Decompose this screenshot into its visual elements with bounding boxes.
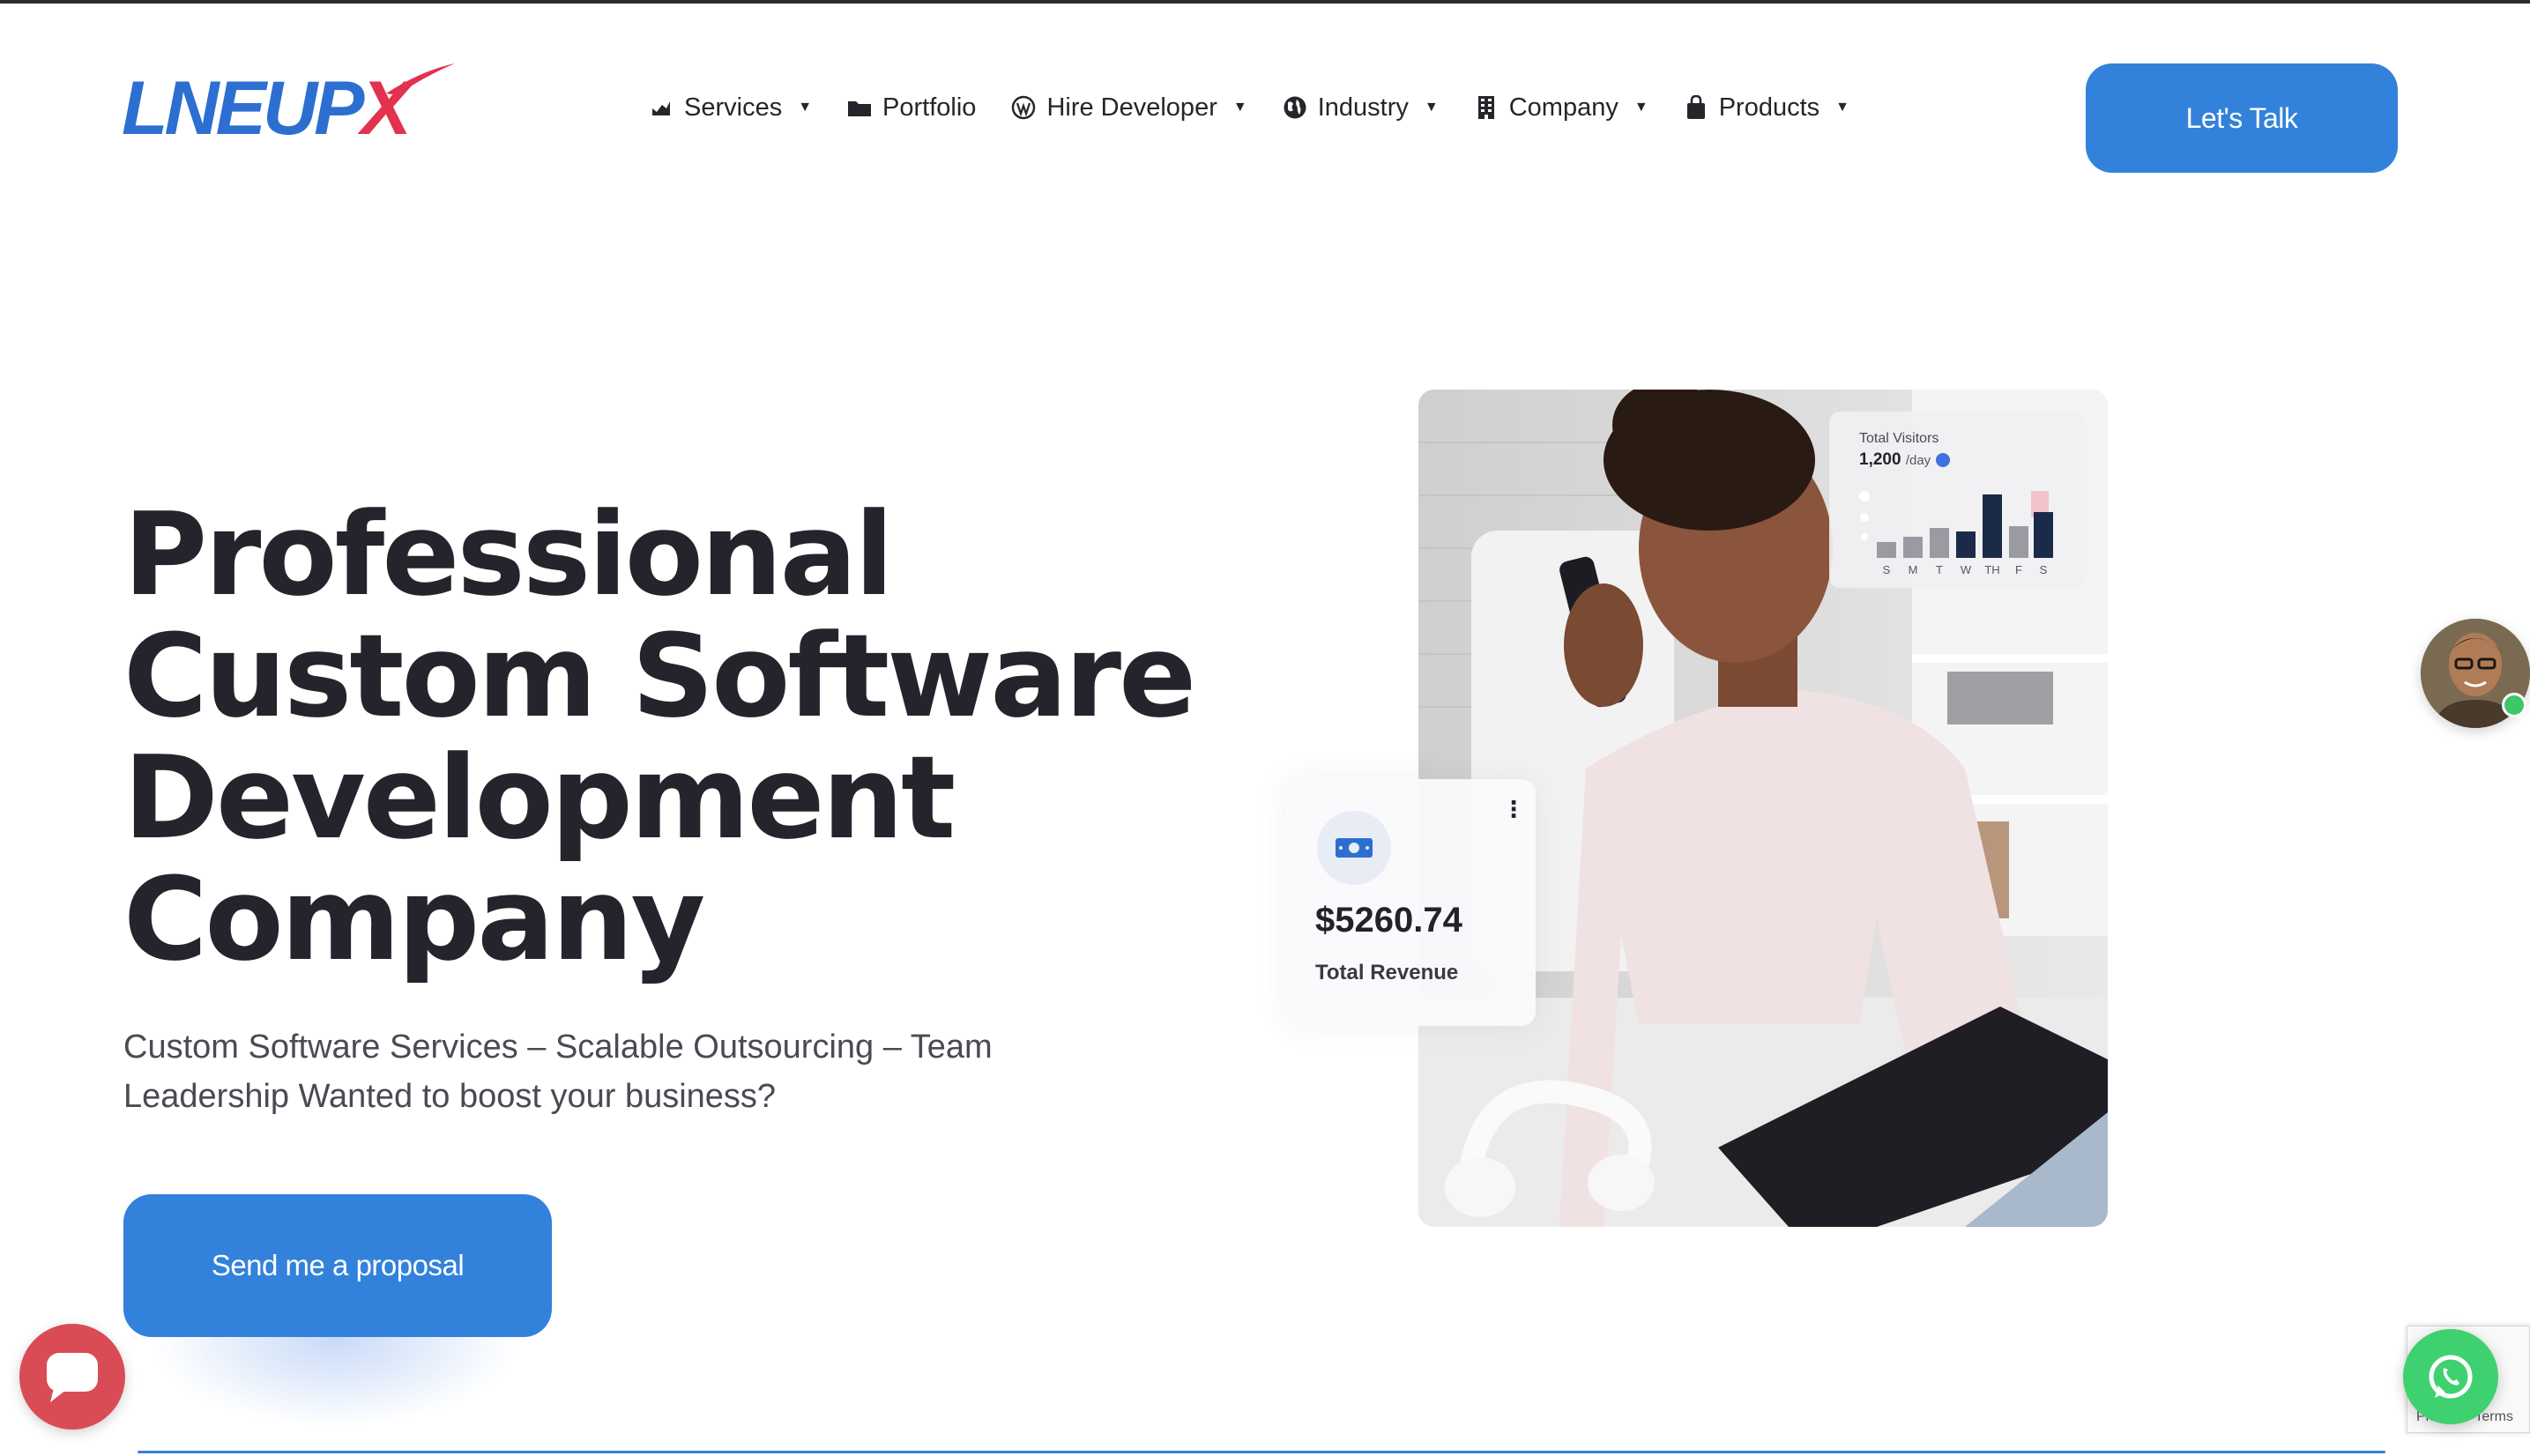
caret-down-icon: ▼ — [1835, 100, 1849, 115]
main-nav: Services ▼ Portfolio Hire Developer ▼ In… — [649, 85, 1885, 130]
shopping-bag-icon — [1684, 95, 1708, 120]
visitors-card: Total Visitors 1,200 /day S M T W TH F S — [1829, 412, 2087, 588]
chart-day-label: T — [1936, 563, 1943, 576]
nav-label: Services — [684, 93, 783, 122]
visitors-label: Total Visitors — [1859, 431, 1939, 446]
more-options-icon[interactable]: ⋮ — [1502, 798, 1525, 821]
send-proposal-button[interactable]: Send me a proposal — [123, 1194, 552, 1337]
revenue-card: ⋮ $5260.74 Total Revenue — [1285, 779, 1536, 1026]
chart-day-label: M — [1909, 563, 1918, 576]
nav-item-services[interactable]: Services ▼ — [649, 93, 812, 123]
wordpress-icon — [1011, 95, 1036, 120]
nav-item-company[interactable]: Company ▼ — [1474, 93, 1648, 123]
caret-down-icon: ▼ — [1633, 100, 1648, 115]
logo-wordmark: LNEUPX — [122, 66, 412, 151]
chart-day-label: W — [1961, 563, 1972, 576]
cash-icon — [1317, 811, 1391, 885]
whatsapp-icon — [2429, 1355, 2473, 1399]
caret-down-icon: ▼ — [798, 100, 813, 115]
hero-title-line: Professional — [123, 487, 894, 621]
logo-swoosh-icon — [386, 63, 455, 95]
info-dot-icon — [1936, 452, 1951, 467]
logo[interactable]: LNEUPX — [122, 62, 455, 151]
nav-label: Industry — [1317, 93, 1409, 122]
hero-title-line: Development — [123, 731, 956, 865]
revenue-label: Total Revenue — [1315, 961, 1459, 984]
chart-day-label: F — [2015, 563, 2022, 576]
lets-talk-button[interactable]: Let's Talk — [2086, 63, 2398, 173]
revenue-value: $5260.74 — [1315, 901, 1462, 940]
top-border — [0, 0, 2530, 4]
nav-item-hire-developer[interactable]: Hire Developer ▼ — [1011, 93, 1247, 123]
nav-label: Products — [1718, 93, 1820, 122]
building-icon — [1474, 95, 1499, 120]
visitors-value: 1,200 /day — [1859, 450, 2087, 470]
hero-subtitle: Custom Software Services – Scalable Outs… — [123, 1029, 993, 1115]
hero-title: Professional Custom Software Development… — [123, 487, 1196, 986]
nav-label: Portfolio — [882, 93, 977, 122]
chart-icon — [649, 95, 673, 120]
chart-day-label: TH — [1984, 563, 1999, 576]
nav-item-industry[interactable]: Industry ▼ — [1283, 93, 1439, 123]
hero-title-line: Company — [123, 852, 705, 986]
section-divider — [138, 1451, 2385, 1453]
chat-widget-button[interactable] — [19, 1324, 125, 1430]
chat-bubble-icon — [47, 1353, 98, 1402]
chart-day-label: S — [2040, 563, 2048, 576]
nav-label: Hire Developer — [1046, 93, 1217, 122]
visitors-mini-chart: S M T W TH F S — [1859, 491, 2053, 576]
chart-day-label: S — [1883, 563, 1891, 576]
hero-title-line: Custom Software — [123, 609, 1196, 743]
globe-icon — [1283, 95, 1307, 120]
nav-label: Company — [1508, 93, 1618, 122]
online-status-dot — [2502, 693, 2526, 717]
nav-item-portfolio[interactable]: Portfolio — [847, 93, 976, 123]
nav-item-products[interactable]: Products ▼ — [1684, 93, 1849, 123]
caret-down-icon: ▼ — [1424, 100, 1439, 115]
caret-down-icon: ▼ — [1232, 100, 1247, 115]
whatsapp-button[interactable] — [2403, 1329, 2498, 1424]
folder-icon — [847, 95, 872, 120]
